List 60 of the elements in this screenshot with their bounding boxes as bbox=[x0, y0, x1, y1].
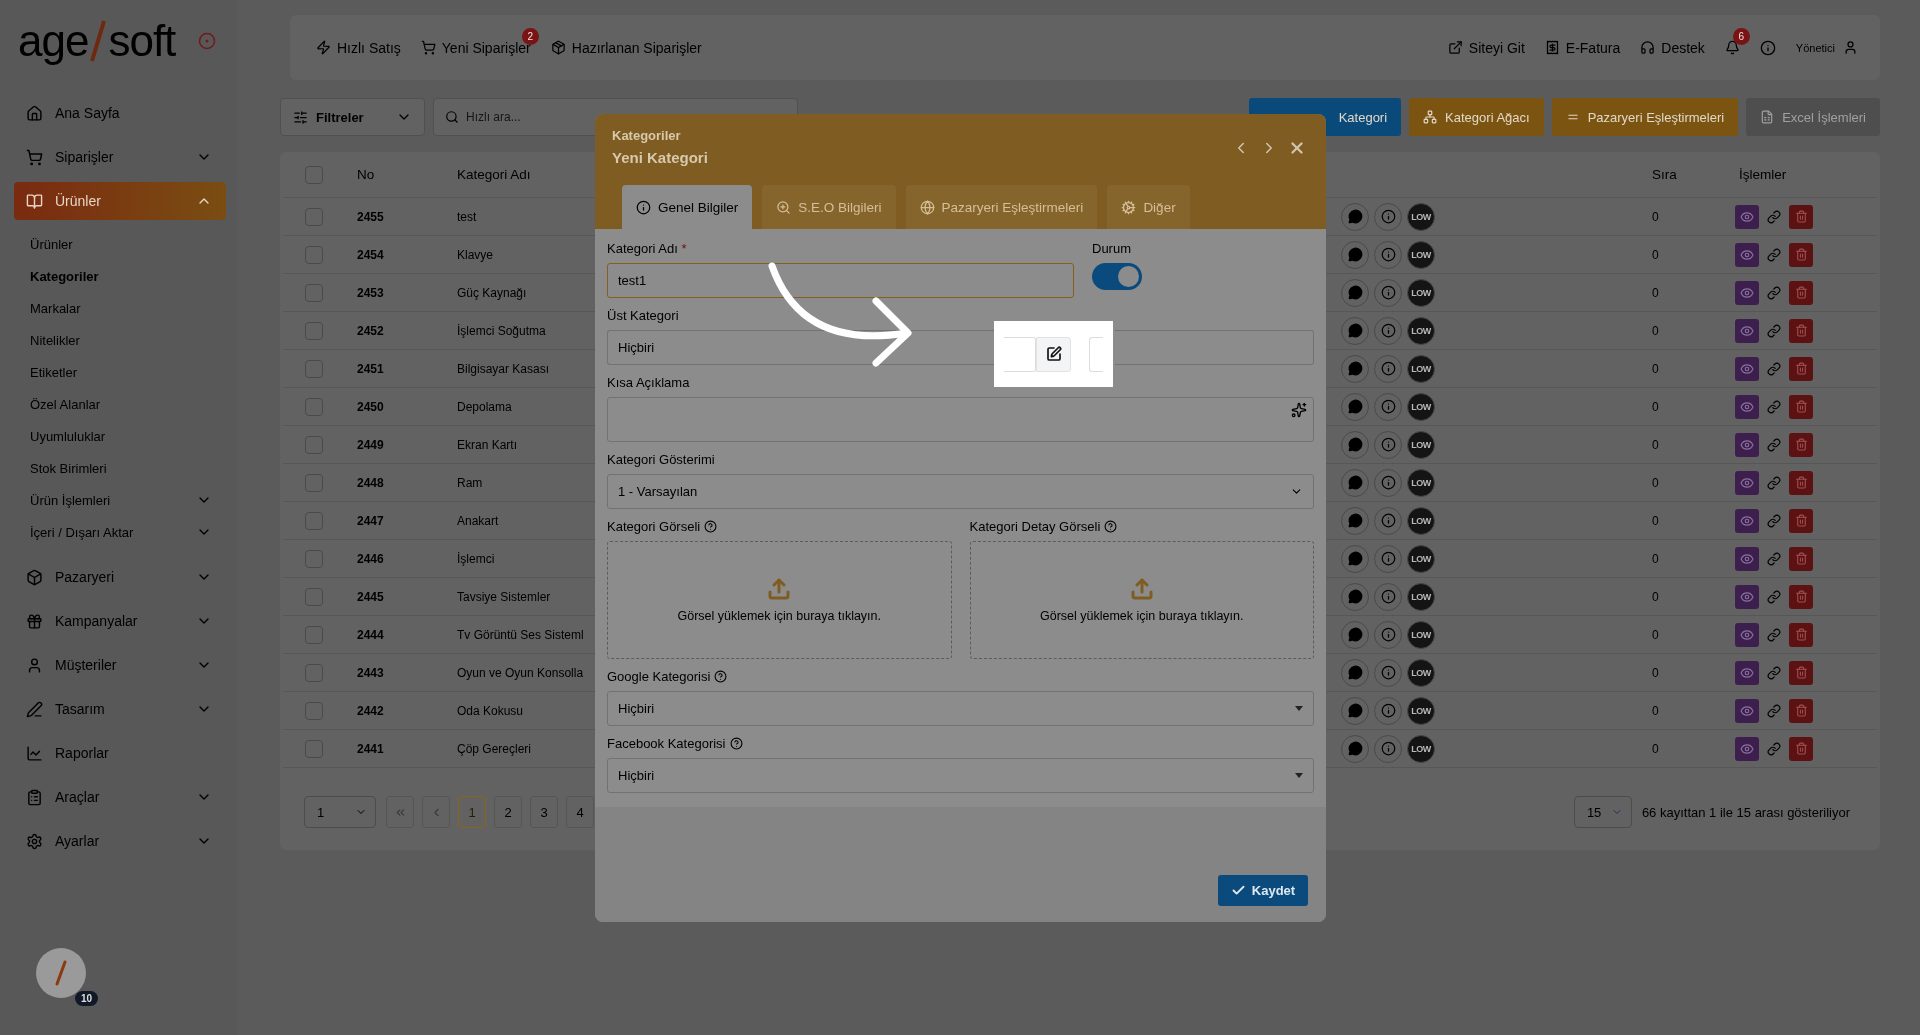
table-cell: 2453 bbox=[357, 285, 384, 300]
field-label: Kısa Açıklama bbox=[607, 375, 690, 390]
table-cell: 0 bbox=[1652, 285, 1659, 300]
table-cell: Klavye bbox=[457, 247, 494, 262]
table-cell: 0 bbox=[1652, 665, 1659, 680]
table-cell: 0 bbox=[1652, 627, 1659, 642]
table-cell: Anakart bbox=[457, 513, 499, 528]
table-cell: Çöp Gereçleri bbox=[457, 741, 532, 756]
table-cell: 0 bbox=[1652, 741, 1659, 756]
field-label: Kategori Detay Görseli bbox=[969, 519, 1101, 534]
dialog-title: Yeni Kategori bbox=[612, 149, 708, 166]
table-cell: 2455 bbox=[357, 209, 384, 224]
table-cell: 0 bbox=[1652, 475, 1659, 490]
table-cell: 2442 bbox=[357, 703, 384, 718]
table-cell: test bbox=[457, 209, 477, 224]
field-label: Üst Kategori bbox=[607, 308, 679, 323]
field-label: Kategori Görseli bbox=[607, 519, 701, 534]
table-cell: 2449 bbox=[357, 437, 384, 452]
table-cell: 0 bbox=[1652, 361, 1659, 376]
field-label: Kategori Gösterimi bbox=[607, 452, 715, 467]
table-cell: 2452 bbox=[357, 323, 384, 338]
dialog-breadcrumb: Kategoriler bbox=[612, 128, 681, 143]
table-cell: 2451 bbox=[357, 361, 384, 376]
table-cell: Tavsiye Sistemler bbox=[457, 589, 551, 604]
table-cell: 0 bbox=[1652, 437, 1659, 452]
table-cell: Oyun ve Oyun Konsolla bbox=[457, 665, 584, 680]
table-cell: 0 bbox=[1652, 399, 1659, 414]
table-cell: 0 bbox=[1652, 551, 1659, 566]
table-cell: 2444 bbox=[357, 627, 384, 642]
table-cell: Ekran Kartı bbox=[457, 437, 518, 452]
table-cell: 2443 bbox=[357, 665, 384, 680]
table-cell: 0 bbox=[1652, 589, 1659, 604]
count-badge: 2 bbox=[521, 27, 539, 45]
table-cell: 2447 bbox=[357, 513, 384, 528]
field-label: Durum bbox=[1092, 241, 1131, 256]
table-cell: 0 bbox=[1652, 703, 1659, 718]
table-cell: Oda Kokusu bbox=[457, 703, 524, 718]
table-cell: 2450 bbox=[357, 399, 384, 414]
table-cell: Tv Görüntü Ses Sisteml bbox=[457, 627, 584, 642]
table-cell: İşlemci bbox=[457, 551, 495, 566]
table-cell: 0 bbox=[1652, 209, 1659, 224]
table-cell: 2448 bbox=[357, 475, 384, 490]
count-badge: 6 bbox=[1732, 28, 1750, 45]
table-cell: Bilgisayar Kasası bbox=[457, 361, 550, 376]
table-cell: Güç Kaynağı bbox=[457, 285, 527, 300]
table-cell: 0 bbox=[1652, 247, 1659, 262]
table-cell: 2441 bbox=[357, 741, 384, 756]
table-cell: 2445 bbox=[357, 589, 384, 604]
table-cell: Depolama bbox=[457, 399, 512, 414]
records-summary: 66 kayıttan 1 ile 15 arası gösteriliyor bbox=[1641, 804, 1850, 820]
table-cell: İşlemci Soğutma bbox=[457, 323, 546, 338]
count-badge: 10 bbox=[74, 991, 98, 1006]
field-label: Kategori Adı * bbox=[607, 241, 687, 256]
field-label: Google Kategorisi bbox=[607, 669, 711, 684]
table-cell: 2454 bbox=[357, 247, 384, 262]
table-cell: Ram bbox=[457, 475, 483, 490]
table-cell: 2446 bbox=[357, 551, 384, 566]
field-label: Facebook Kategorisi bbox=[607, 736, 726, 751]
table-cell: 0 bbox=[1652, 513, 1659, 528]
table-cell: 0 bbox=[1652, 323, 1659, 338]
